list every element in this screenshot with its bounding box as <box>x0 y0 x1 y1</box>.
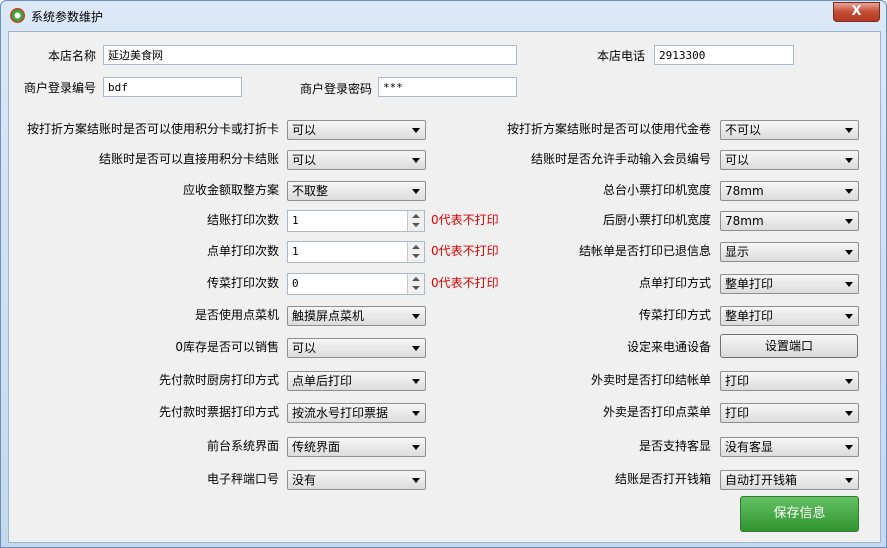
left-row-5-label: 传菜打印次数 <box>206 276 279 290</box>
right-row-5-select-value: 整单打印 <box>725 277 774 291</box>
merchant-password-label: 商户登录密码 <box>299 82 372 96</box>
left-row-2-label: 应收金额取整方案 <box>182 183 279 197</box>
left-row-3-number-value: 1 <box>292 214 299 227</box>
left-row-9-select[interactable]: 按流水号打印票据 <box>287 403 426 423</box>
left-row-0-label: 按打折方案结账时是否可以使用积分卡或打折卡 <box>26 122 279 136</box>
left-row-7-select[interactable]: 可以 <box>287 338 426 358</box>
set-port-button[interactable]: 设置端口 <box>720 334 858 358</box>
right-row-5-label: 点单打印方式 <box>638 276 711 290</box>
left-row-7-select-value: 可以 <box>292 341 317 355</box>
right-row-4-select-value: 显示 <box>725 245 750 259</box>
right-row-9-select[interactable]: 打印 <box>720 403 859 423</box>
merchant-id-input[interactable]: bdf <box>103 77 242 97</box>
store-name-input[interactable]: 延边美食网 <box>103 45 517 65</box>
left-row-4-number-input[interactable]: 1 <box>287 241 425 263</box>
left-row-4-number-value: 1 <box>292 245 299 258</box>
chevron-down-icon[interactable] <box>845 478 853 483</box>
right-row-6-select[interactable]: 整单打印 <box>720 306 859 326</box>
left-row-11-select[interactable]: 没有 <box>287 470 426 490</box>
right-row-1-select-value: 可以 <box>725 153 750 167</box>
right-row-10-select-value: 没有客显 <box>725 440 774 454</box>
right-row-9-select-value: 打印 <box>725 406 750 420</box>
right-row-8-select[interactable]: 打印 <box>720 371 859 391</box>
left-row-1-select-value: 可以 <box>292 153 317 167</box>
store-phone-input[interactable]: 2913300 <box>654 45 794 65</box>
merchant-password-input[interactable]: *** <box>378 77 517 97</box>
left-row-10-select[interactable]: 传统界面 <box>287 437 426 457</box>
left-row-7-label: 0库存是否可以销售 <box>175 340 279 354</box>
right-row-5-select[interactable]: 整单打印 <box>720 274 859 294</box>
left-row-1-label: 结账时是否可以直接用积分卡结账 <box>98 152 279 166</box>
left-row-3-label: 结账打印次数 <box>206 213 279 227</box>
left-row-8-select[interactable]: 点单后打印 <box>287 371 426 391</box>
chevron-down-icon[interactable] <box>845 128 853 133</box>
left-row-5-number-value: 0 <box>292 277 299 290</box>
left-row-5-number-input[interactable]: 0 <box>287 273 425 295</box>
store-name-label: 本店名称 <box>47 49 96 63</box>
left-row-11-select-value: 没有 <box>292 473 317 487</box>
close-button[interactable]: X <box>833 2 880 22</box>
right-row-11-select-value: 自动打开钱箱 <box>725 473 798 487</box>
chevron-down-icon[interactable] <box>845 189 853 194</box>
chevron-down-icon[interactable] <box>845 158 853 163</box>
right-row-9-label: 外卖是否打印点菜单 <box>602 405 711 419</box>
right-row-2-select[interactable]: 78mm <box>720 181 859 201</box>
save-button-label: 保存信息 <box>773 506 826 521</box>
save-button[interactable]: 保存信息 <box>740 496 859 532</box>
chevron-down-icon[interactable] <box>845 379 853 384</box>
chevron-down-icon[interactable] <box>845 282 853 287</box>
chevron-down-icon[interactable] <box>845 250 853 255</box>
store-phone-label: 本店电话 <box>596 49 645 63</box>
right-row-10-label: 是否支持客显 <box>638 439 711 453</box>
left-row-6-select[interactable]: 触摸屏点菜机 <box>287 306 426 326</box>
app-logo-icon <box>10 8 25 23</box>
window-title: 系统参数维护 <box>31 10 104 24</box>
left-row-6-label: 是否使用点菜机 <box>194 308 279 322</box>
chevron-down-icon[interactable] <box>845 411 853 416</box>
right-row-0-select-value: 不可以 <box>725 123 762 137</box>
title-bar: 系统参数维护 X <box>1 1 886 31</box>
left-row-8-label: 先付款时厨房打印方式 <box>158 373 279 387</box>
left-row-2-select[interactable]: 不取整 <box>287 181 426 201</box>
right-row-1-label: 结账时是否允许手动输入会员编号 <box>530 152 711 166</box>
right-row-4-select[interactable]: 显示 <box>720 242 859 262</box>
left-row-0-select[interactable]: 可以 <box>287 120 426 140</box>
left-row-11-label: 电子秤端口号 <box>206 472 279 486</box>
right-row-1-select[interactable]: 可以 <box>720 150 859 170</box>
chevron-down-icon[interactable] <box>845 445 853 450</box>
chevron-down-icon[interactable] <box>845 314 853 319</box>
right-row-0-label: 按打折方案结账时是否可以使用代金卷 <box>506 122 711 136</box>
left-row-9-label: 先付款时票据打印方式 <box>158 405 279 419</box>
right-row-6-select-value: 整单打印 <box>725 309 774 323</box>
right-row-2-label: 总台小票打印机宽度 <box>602 183 711 197</box>
right-row-11-label: 结账是否打开钱箱 <box>614 472 711 486</box>
left-row-10-label: 前台系统界面 <box>206 439 279 453</box>
left-row-8-select-value: 点单后打印 <box>292 374 353 388</box>
right-row-8-select-value: 打印 <box>725 374 750 388</box>
left-row-10-select-value: 传统界面 <box>292 440 341 454</box>
chevron-down-icon[interactable] <box>845 219 853 224</box>
right-row-11-select[interactable]: 自动打开钱箱 <box>720 470 859 490</box>
left-row-6-select-value: 触摸屏点菜机 <box>292 309 365 323</box>
left-row-9-select-value: 按流水号打印票据 <box>292 406 389 420</box>
left-row-1-select[interactable]: 可以 <box>287 150 426 170</box>
left-row-4-label: 点单打印次数 <box>206 244 279 258</box>
right-row-7-label: 设定来电通设备 <box>626 340 711 354</box>
right-row-4-label: 结帐单是否打印已退信息 <box>578 244 711 258</box>
left-row-0-select-value: 可以 <box>292 123 317 137</box>
merchant-id-label: 商户登录编号 <box>23 81 96 95</box>
right-row-6-label: 传菜打印方式 <box>638 308 711 322</box>
left-row-2-select-value: 不取整 <box>292 184 329 198</box>
left-row-3-number-input[interactable]: 1 <box>287 210 425 232</box>
right-row-3-label: 后厨小票打印机宽度 <box>602 213 711 227</box>
right-row-3-select-value: 78mm <box>725 214 764 228</box>
right-row-8-label: 外卖时是否打印结帐单 <box>590 373 711 387</box>
right-row-2-select-value: 78mm <box>725 184 764 198</box>
right-row-10-select[interactable]: 没有客显 <box>720 437 859 457</box>
right-row-0-select[interactable]: 不可以 <box>720 120 859 140</box>
right-row-3-select[interactable]: 78mm <box>720 211 859 231</box>
